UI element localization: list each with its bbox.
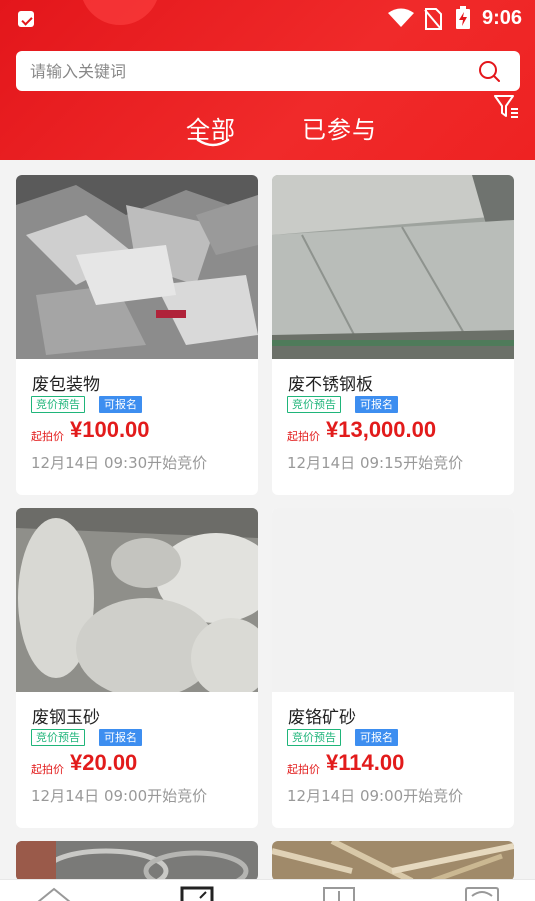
starting-price: ¥13,000.00 <box>326 417 437 442</box>
starting-price: ¥20.00 <box>70 750 138 775</box>
auction-start-time: 12月14日 09:00开始竞价 <box>31 787 208 805</box>
auction-card[interactable]: 废钢玉砂 竞价预告 可报名 起拍价 ¥20.00 12月14日 09:00开始竞… <box>16 508 258 828</box>
preview-badge: 竞价预告 <box>31 396 85 413</box>
auction-card[interactable]: 废不锈钢板 竞价预告 可报名 起拍价 ¥13,000.00 12月14日 09:… <box>272 175 514 495</box>
signup-badge: 可报名 <box>355 729 398 746</box>
signup-badge: 可报名 <box>99 396 142 413</box>
auction-image <box>16 175 258 359</box>
auction-title: 废不锈钢板 <box>288 375 373 395</box>
app-notification-icon <box>18 11 34 27</box>
search-icon[interactable] <box>478 60 500 82</box>
status-time: 9:06 <box>482 7 523 29</box>
starting-price: ¥100.00 <box>70 417 150 442</box>
signup-badge: 可报名 <box>355 396 398 413</box>
message-icon[interactable] <box>464 886 500 901</box>
search-input[interactable] <box>30 60 460 82</box>
signup-badge: 可报名 <box>99 729 142 746</box>
auction-title: 废铬矿砂 <box>288 708 356 728</box>
preview-badge: 竞价预告 <box>287 729 341 746</box>
home-icon[interactable] <box>36 886 72 901</box>
starting-price-label: 起拍价 <box>31 763 64 776</box>
battery-charging-icon <box>456 6 470 29</box>
tab-joined[interactable]: 已参与 <box>302 110 377 145</box>
search-bar[interactable] <box>16 51 520 91</box>
auction-image <box>16 508 258 692</box>
auction-title: 废钢玉砂 <box>32 708 100 728</box>
auction-image <box>272 841 514 881</box>
download-icon[interactable] <box>322 886 356 901</box>
active-tab-indicator <box>196 138 230 147</box>
no-sim-icon <box>424 8 442 30</box>
auction-card[interactable] <box>16 841 258 881</box>
auction-image-placeholder <box>272 508 514 692</box>
starting-price-label: 起拍价 <box>287 763 320 776</box>
header: 9:06 全部 已参与 <box>0 0 535 160</box>
bottom-nav <box>0 879 535 901</box>
auction-image <box>272 175 514 359</box>
auction-card[interactable] <box>272 841 514 881</box>
starting-price: ¥114.00 <box>326 750 405 775</box>
auction-start-time: 12月14日 09:15开始竞价 <box>287 454 464 472</box>
filter-icon[interactable] <box>494 94 520 120</box>
auction-image <box>16 841 258 881</box>
auction-start-time: 12月14日 09:00开始竞价 <box>287 787 464 805</box>
preview-badge: 竞价预告 <box>31 729 85 746</box>
auction-card[interactable]: 废包装物 竞价预告 可报名 起拍价 ¥100.00 12月14日 09:30开始… <box>16 175 258 495</box>
starting-price-label: 起拍价 <box>31 430 64 443</box>
auction-start-time: 12月14日 09:30开始竞价 <box>31 454 208 472</box>
wifi-icon <box>388 8 414 27</box>
status-bar: 9:06 <box>0 0 535 38</box>
starting-price-label: 起拍价 <box>287 430 320 443</box>
auction-card[interactable]: 废铬矿砂 竞价预告 可报名 起拍价 ¥114.00 12月14日 09:00开始… <box>272 508 514 828</box>
auction-title: 废包装物 <box>32 375 100 395</box>
bid-icon[interactable] <box>180 886 214 901</box>
preview-badge: 竞价预告 <box>287 396 341 413</box>
